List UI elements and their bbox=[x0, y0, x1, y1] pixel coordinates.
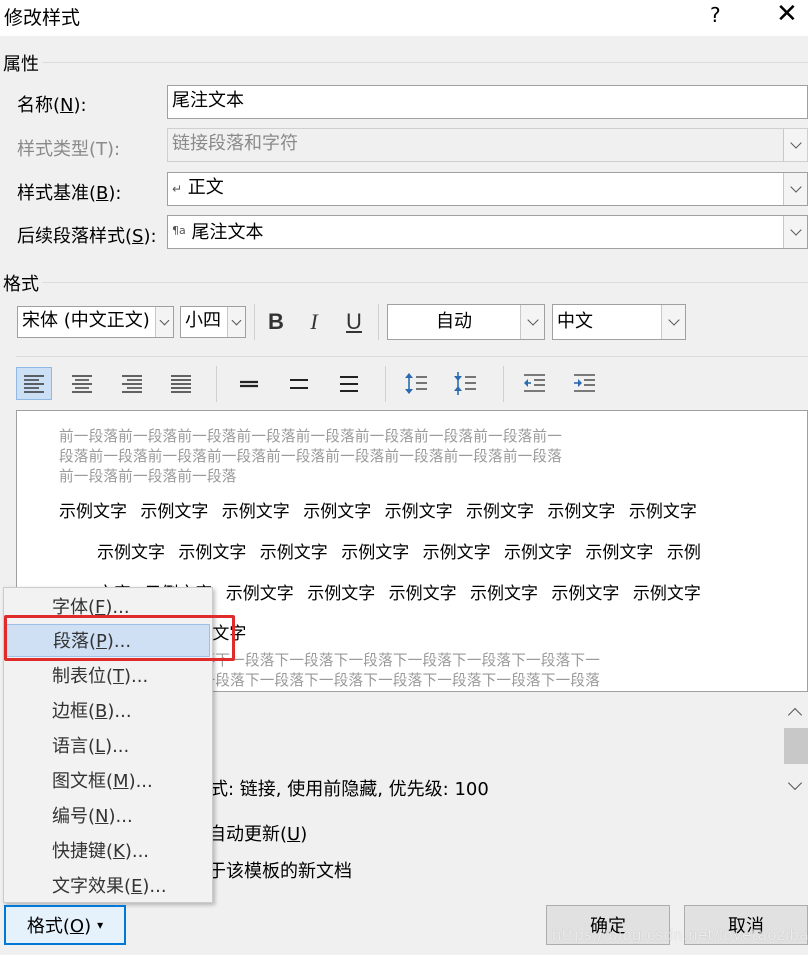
based-on-select[interactable]: ↵ 正文 bbox=[167, 172, 808, 206]
increase-indent-button[interactable] bbox=[566, 367, 602, 400]
toolbar-separator bbox=[385, 366, 386, 402]
properties-section-label: 属性 bbox=[3, 54, 39, 75]
menu-item-shortcut-key[interactable]: 快捷键(K)... bbox=[6, 835, 210, 868]
align-left-icon bbox=[24, 375, 44, 393]
menu-item-numbering[interactable]: 编号(N)... bbox=[6, 800, 210, 833]
preview-sample-text: 示例文字 示例文字 示例文字 示例文字 示例文字 示例文字 示例文字 示例 bbox=[97, 543, 701, 563]
preview-sample-text: 示例文字 示例文字 示例文字 示例文字 示例文字 示例文字 示例文字 示例文字 bbox=[59, 502, 697, 522]
scroll-down-icon[interactable] bbox=[787, 775, 803, 791]
bold-button[interactable]: B bbox=[262, 306, 290, 338]
close-button[interactable]: ✕ bbox=[776, 0, 798, 28]
paragraph-mark-icon: ↵ bbox=[172, 182, 183, 196]
justify-icon bbox=[171, 375, 191, 393]
scroll-up-icon[interactable] bbox=[787, 707, 803, 723]
double-spacing-icon bbox=[340, 376, 358, 392]
next-style-select[interactable]: ¶a 尾注文本 bbox=[167, 215, 808, 249]
dropdown-arrow-icon: ▾ bbox=[97, 918, 104, 932]
name-label: 名称(N): bbox=[17, 95, 87, 116]
based-on-value: ↵ 正文 bbox=[172, 177, 224, 198]
menu-item-border[interactable]: 边框(B)... bbox=[6, 695, 210, 728]
decrease-paragraph-spacing-button[interactable] bbox=[447, 367, 483, 400]
chevron-down-icon[interactable] bbox=[783, 216, 807, 248]
properties-divider bbox=[42, 62, 808, 63]
chevron-down-icon[interactable] bbox=[783, 173, 807, 205]
chevron-down-icon bbox=[783, 129, 807, 161]
font-size-value: 小四 bbox=[185, 310, 221, 331]
preview-previous-paragraph: 段落前一段落前一段落前一段落前一段落前一段落前一段落前一段落前一段落 bbox=[59, 448, 562, 465]
align-left-button[interactable] bbox=[16, 367, 52, 400]
align-right-icon bbox=[122, 375, 142, 393]
watermark: https://blog.csdn.net/lovetaozibaby bbox=[552, 926, 808, 944]
language-value: 中文 bbox=[557, 311, 593, 332]
justify-button[interactable] bbox=[163, 367, 199, 400]
one-half-spacing-button[interactable] bbox=[281, 367, 317, 400]
chevron-down-icon[interactable] bbox=[227, 307, 245, 337]
toolbar-separator bbox=[254, 304, 255, 340]
single-spacing-icon bbox=[240, 380, 258, 388]
title-bar bbox=[0, 0, 808, 36]
increase-paragraph-spacing-icon bbox=[405, 373, 427, 394]
based-on-label: 样式基准(B): bbox=[17, 183, 122, 204]
new-documents-radio-label[interactable]: 于该模板的新文档 bbox=[208, 857, 352, 883]
increase-paragraph-spacing-button[interactable] bbox=[398, 367, 434, 400]
highlight-annotation bbox=[4, 615, 235, 661]
format-section-label: 格式 bbox=[3, 274, 39, 295]
toolbar-separator bbox=[378, 304, 379, 340]
preview-previous-paragraph: 前一段落前一段落前一段落 bbox=[59, 468, 237, 485]
auto-update-checkbox-label[interactable]: 自动更新(U) bbox=[208, 820, 307, 846]
toolbar-separator bbox=[503, 366, 504, 402]
underline-button[interactable]: U bbox=[340, 306, 368, 338]
chevron-down-icon[interactable] bbox=[520, 305, 544, 339]
name-field[interactable]: 尾注文本 bbox=[167, 85, 808, 119]
font-value: 宋体 (中文正文) bbox=[22, 310, 150, 331]
linked-style-icon: ¶a bbox=[172, 224, 186, 237]
scrollbar-thumb[interactable] bbox=[784, 728, 808, 764]
toolbar-separator bbox=[216, 366, 217, 402]
decrease-indent-icon bbox=[524, 374, 545, 392]
dialog-title: 修改样式 bbox=[4, 7, 81, 29]
next-style-value: ¶a 尾注文本 bbox=[172, 222, 264, 243]
style-description-text: 式: 链接, 使用前隐藏, 优先级: 100 bbox=[210, 779, 489, 800]
close-icon: ✕ bbox=[776, 0, 798, 29]
preview-previous-paragraph: 前一段落前一段落前一段落前一段落前一段落前一段落前一段落前一段落前一 bbox=[59, 428, 562, 445]
font-color-select[interactable]: 自动 bbox=[387, 304, 545, 340]
format-divider bbox=[42, 282, 808, 283]
menu-item-language[interactable]: 语言(L)... bbox=[6, 730, 210, 763]
italic-button[interactable]: I bbox=[300, 306, 328, 338]
style-type-select: 链接段落和字符 bbox=[167, 128, 808, 162]
description-scrollbar[interactable] bbox=[784, 700, 808, 798]
chevron-down-icon[interactable] bbox=[661, 305, 685, 339]
language-select[interactable]: 中文 bbox=[552, 304, 686, 340]
font-size-select[interactable]: 小四 bbox=[180, 306, 246, 338]
double-spacing-button[interactable] bbox=[331, 367, 367, 400]
style-type-value: 链接段落和字符 bbox=[172, 133, 298, 154]
decrease-paragraph-spacing-icon bbox=[454, 372, 476, 395]
increase-indent-icon bbox=[574, 374, 595, 392]
help-button[interactable]: ? bbox=[710, 3, 721, 27]
style-type-label: 样式类型(T): bbox=[17, 139, 121, 160]
align-center-icon bbox=[72, 375, 92, 393]
format-button[interactable]: 格式(O) ▾ bbox=[4, 905, 126, 945]
menu-item-tabs[interactable]: 制表位(T)... bbox=[6, 660, 210, 693]
align-center-button[interactable] bbox=[64, 367, 100, 400]
menu-item-text-effects[interactable]: 文字效果(E)... bbox=[6, 870, 210, 903]
font-color-value: 自动 bbox=[436, 311, 472, 332]
font-select[interactable]: 宋体 (中文正文) bbox=[17, 306, 174, 338]
align-right-button[interactable] bbox=[114, 367, 150, 400]
menu-item-frame[interactable]: 图文框(M)... bbox=[6, 765, 210, 798]
single-spacing-button[interactable] bbox=[231, 367, 267, 400]
one-half-spacing-icon bbox=[290, 379, 308, 389]
chevron-down-icon[interactable] bbox=[155, 307, 173, 337]
next-style-label: 后续段落样式(S): bbox=[17, 226, 157, 247]
format-button-label: 格式(O) bbox=[26, 916, 92, 937]
toolbar-divider bbox=[16, 356, 808, 357]
decrease-indent-button[interactable] bbox=[516, 367, 552, 400]
